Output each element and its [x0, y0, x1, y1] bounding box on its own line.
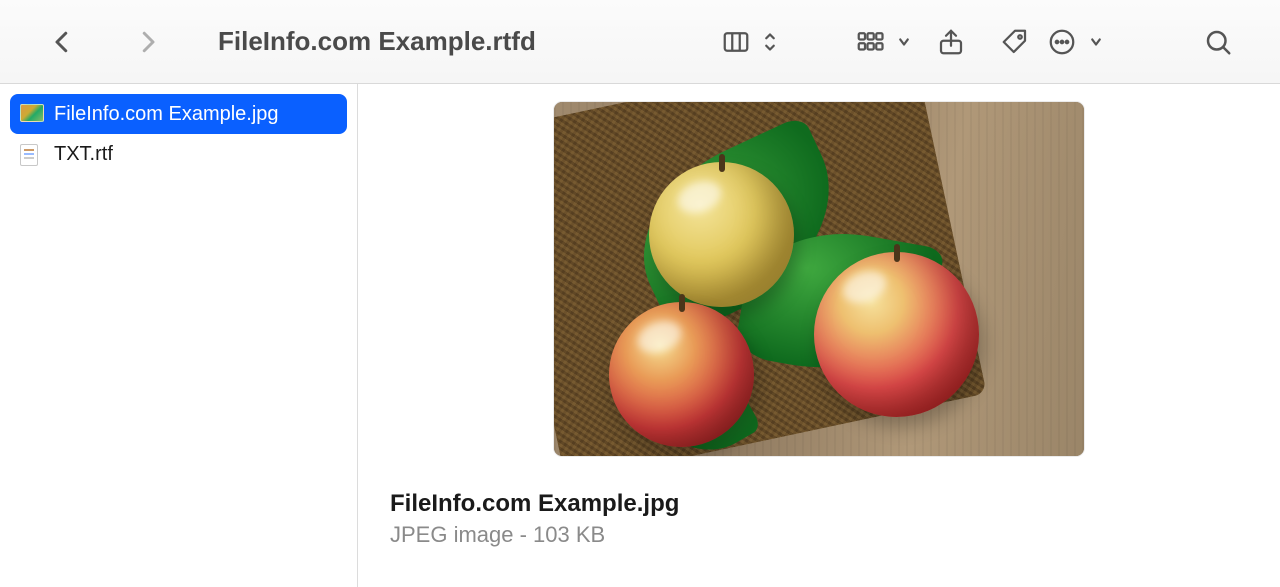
preview-image [554, 102, 1084, 456]
content-area: FileInfo.com Example.jpg TXT.rtf FileInf… [0, 84, 1280, 587]
file-list-sidebar: FileInfo.com Example.jpg TXT.rtf [0, 84, 358, 587]
file-item-jpg[interactable]: FileInfo.com Example.jpg [10, 94, 347, 134]
tags-button[interactable] [983, 20, 1047, 64]
file-item-label: FileInfo.com Example.jpg [54, 103, 279, 126]
group-by-button[interactable] [855, 20, 919, 64]
file-item-label: TXT.rtf [54, 143, 113, 166]
back-button[interactable] [30, 20, 94, 64]
grid-group-icon [855, 27, 885, 57]
tag-icon [1000, 27, 1030, 57]
image-file-icon [20, 104, 44, 124]
preview-filename: FileInfo.com Example.jpg [390, 490, 1248, 518]
columns-icon [721, 27, 751, 57]
forward-button[interactable] [116, 20, 180, 64]
chevron-right-icon [133, 27, 163, 57]
ellipsis-circle-icon [1047, 27, 1077, 57]
preview-pane: FileInfo.com Example.jpg JPEG image - 10… [358, 84, 1280, 587]
image-content [554, 102, 1084, 456]
rtf-file-icon [20, 144, 44, 164]
more-actions-button[interactable] [1047, 20, 1111, 64]
toolbar: FileInfo.com Example.rtfd [0, 0, 1280, 84]
file-item-rtf[interactable]: TXT.rtf [10, 134, 347, 174]
chevron-down-icon [1081, 27, 1111, 57]
view-columns-button[interactable] [721, 20, 785, 64]
up-down-icon [755, 27, 785, 57]
preview-meta: FileInfo.com Example.jpg JPEG image - 10… [378, 456, 1260, 548]
search-button[interactable] [1186, 20, 1250, 64]
share-button[interactable] [919, 20, 983, 64]
share-icon [936, 27, 966, 57]
chevron-down-icon [889, 27, 919, 57]
nav-group [30, 20, 180, 64]
preview-details: JPEG image - 103 KB [390, 522, 1248, 548]
search-icon [1203, 27, 1233, 57]
toolbar-actions [651, 20, 1250, 64]
chevron-left-icon [47, 27, 77, 57]
window-title: FileInfo.com Example.rtfd [218, 26, 643, 57]
